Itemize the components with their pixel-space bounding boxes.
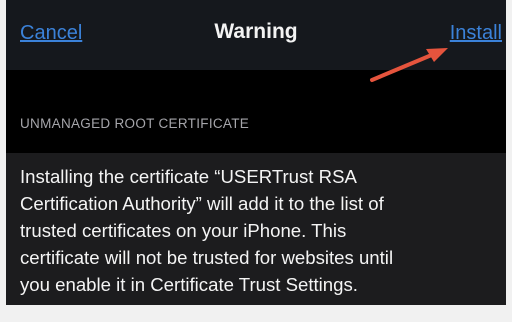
- arrow-shaft: [370, 52, 436, 82]
- warning-message: Installing the certificate “USERTrust RS…: [20, 166, 394, 295]
- red-arrow-annotation: [370, 48, 448, 82]
- install-button[interactable]: Install: [450, 22, 502, 45]
- cancel-button[interactable]: Cancel: [20, 22, 82, 45]
- section-header: UNMANAGED ROOT CERTIFICATE: [20, 116, 250, 131]
- screen: Cancel Warning Install UNMANAGED ROOT CE…: [6, 0, 506, 305]
- warning-card: Installing the certificate “USERTrust RS…: [6, 153, 506, 305]
